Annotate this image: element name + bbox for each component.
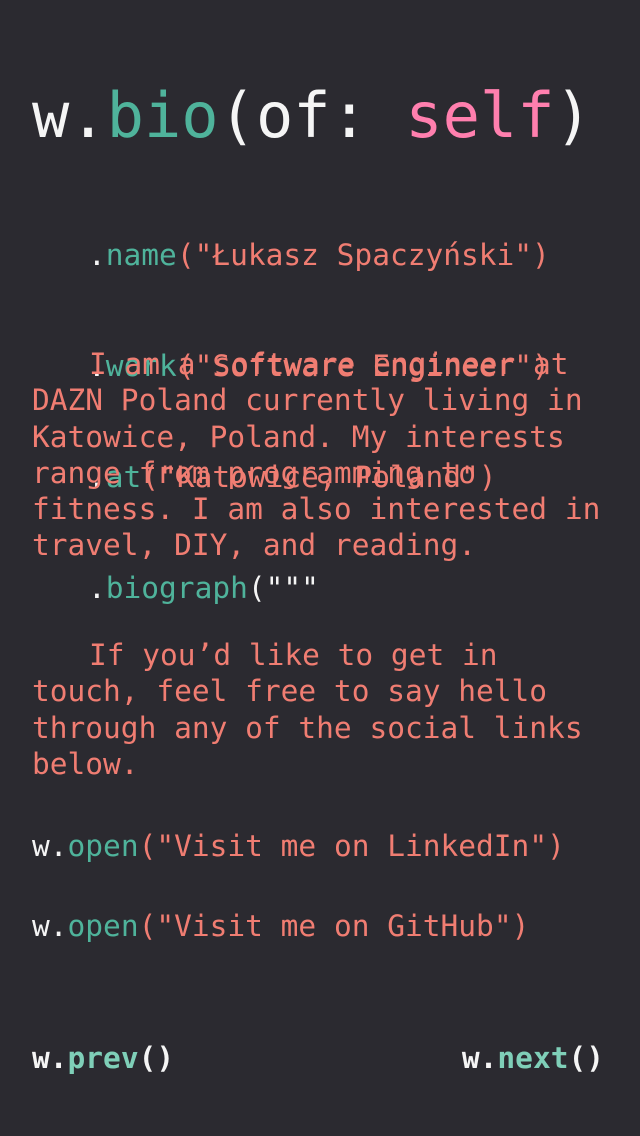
name-value: Łukasz Spaczyński: [212, 238, 515, 272]
github-link[interactable]: w.open("Visit me on GitHub"): [32, 908, 529, 945]
bio-paragraph-1-text: I am a software engineer at DAZN Poland …: [32, 347, 601, 563]
bio-paragraph-1: I am a software engineer at DAZN Poland …: [32, 346, 612, 564]
bio-paragraph-2: If you’d like to get in touch, feel free…: [32, 637, 612, 782]
name-method: name: [105, 238, 177, 272]
next-parens: (): [568, 1041, 604, 1075]
next-object: w: [461, 1041, 480, 1075]
prev-method: prev: [67, 1041, 139, 1075]
prev-parens: (): [138, 1041, 175, 1075]
github-close: "): [493, 909, 530, 943]
name-close: "): [514, 238, 550, 272]
prev-button[interactable]: w.prev(): [32, 1040, 174, 1077]
page-title: w.bio(of: self): [32, 78, 592, 154]
title-param: of:: [255, 79, 406, 152]
title-close-paren: ): [554, 79, 592, 152]
linkedin-link[interactable]: w.open("Visit me on LinkedIn"): [32, 828, 565, 865]
linkedin-close: "): [529, 829, 565, 863]
linkedin-method: open: [67, 829, 139, 863]
biograph-dot: .: [88, 571, 106, 605]
name-open: (": [176, 238, 213, 272]
bio-paragraph-2-text: If you’d like to get in touch, feel free…: [32, 638, 583, 781]
linkedin-open: (": [138, 829, 175, 863]
next-method: next: [497, 1041, 569, 1075]
next-button[interactable]: w.next(): [462, 1040, 604, 1077]
github-method: open: [67, 909, 139, 943]
title-dot: .: [69, 79, 107, 152]
title-object: w: [32, 79, 70, 152]
biograph-method: biograph: [105, 571, 248, 605]
github-dot: .: [49, 909, 68, 943]
title-value: self: [405, 79, 555, 152]
github-object: w: [32, 909, 50, 943]
biograph-open: (""": [247, 571, 319, 605]
biograph-line: .biograph(""": [88, 570, 550, 607]
title-method: bio: [106, 79, 219, 152]
title-open-paren: (: [218, 79, 256, 152]
linkedin-label: Visit me on LinkedIn: [174, 829, 530, 863]
prev-dot: .: [49, 1041, 68, 1075]
prev-object: w: [32, 1041, 50, 1075]
next-dot: .: [479, 1041, 498, 1075]
github-label: Visit me on GitHub: [174, 909, 494, 943]
github-open: (": [138, 909, 175, 943]
linkedin-dot: .: [49, 829, 68, 863]
linkedin-object: w: [32, 829, 50, 863]
name-line: .name("Łukasz Spaczyński"): [88, 237, 550, 274]
name-dot: .: [88, 238, 106, 272]
